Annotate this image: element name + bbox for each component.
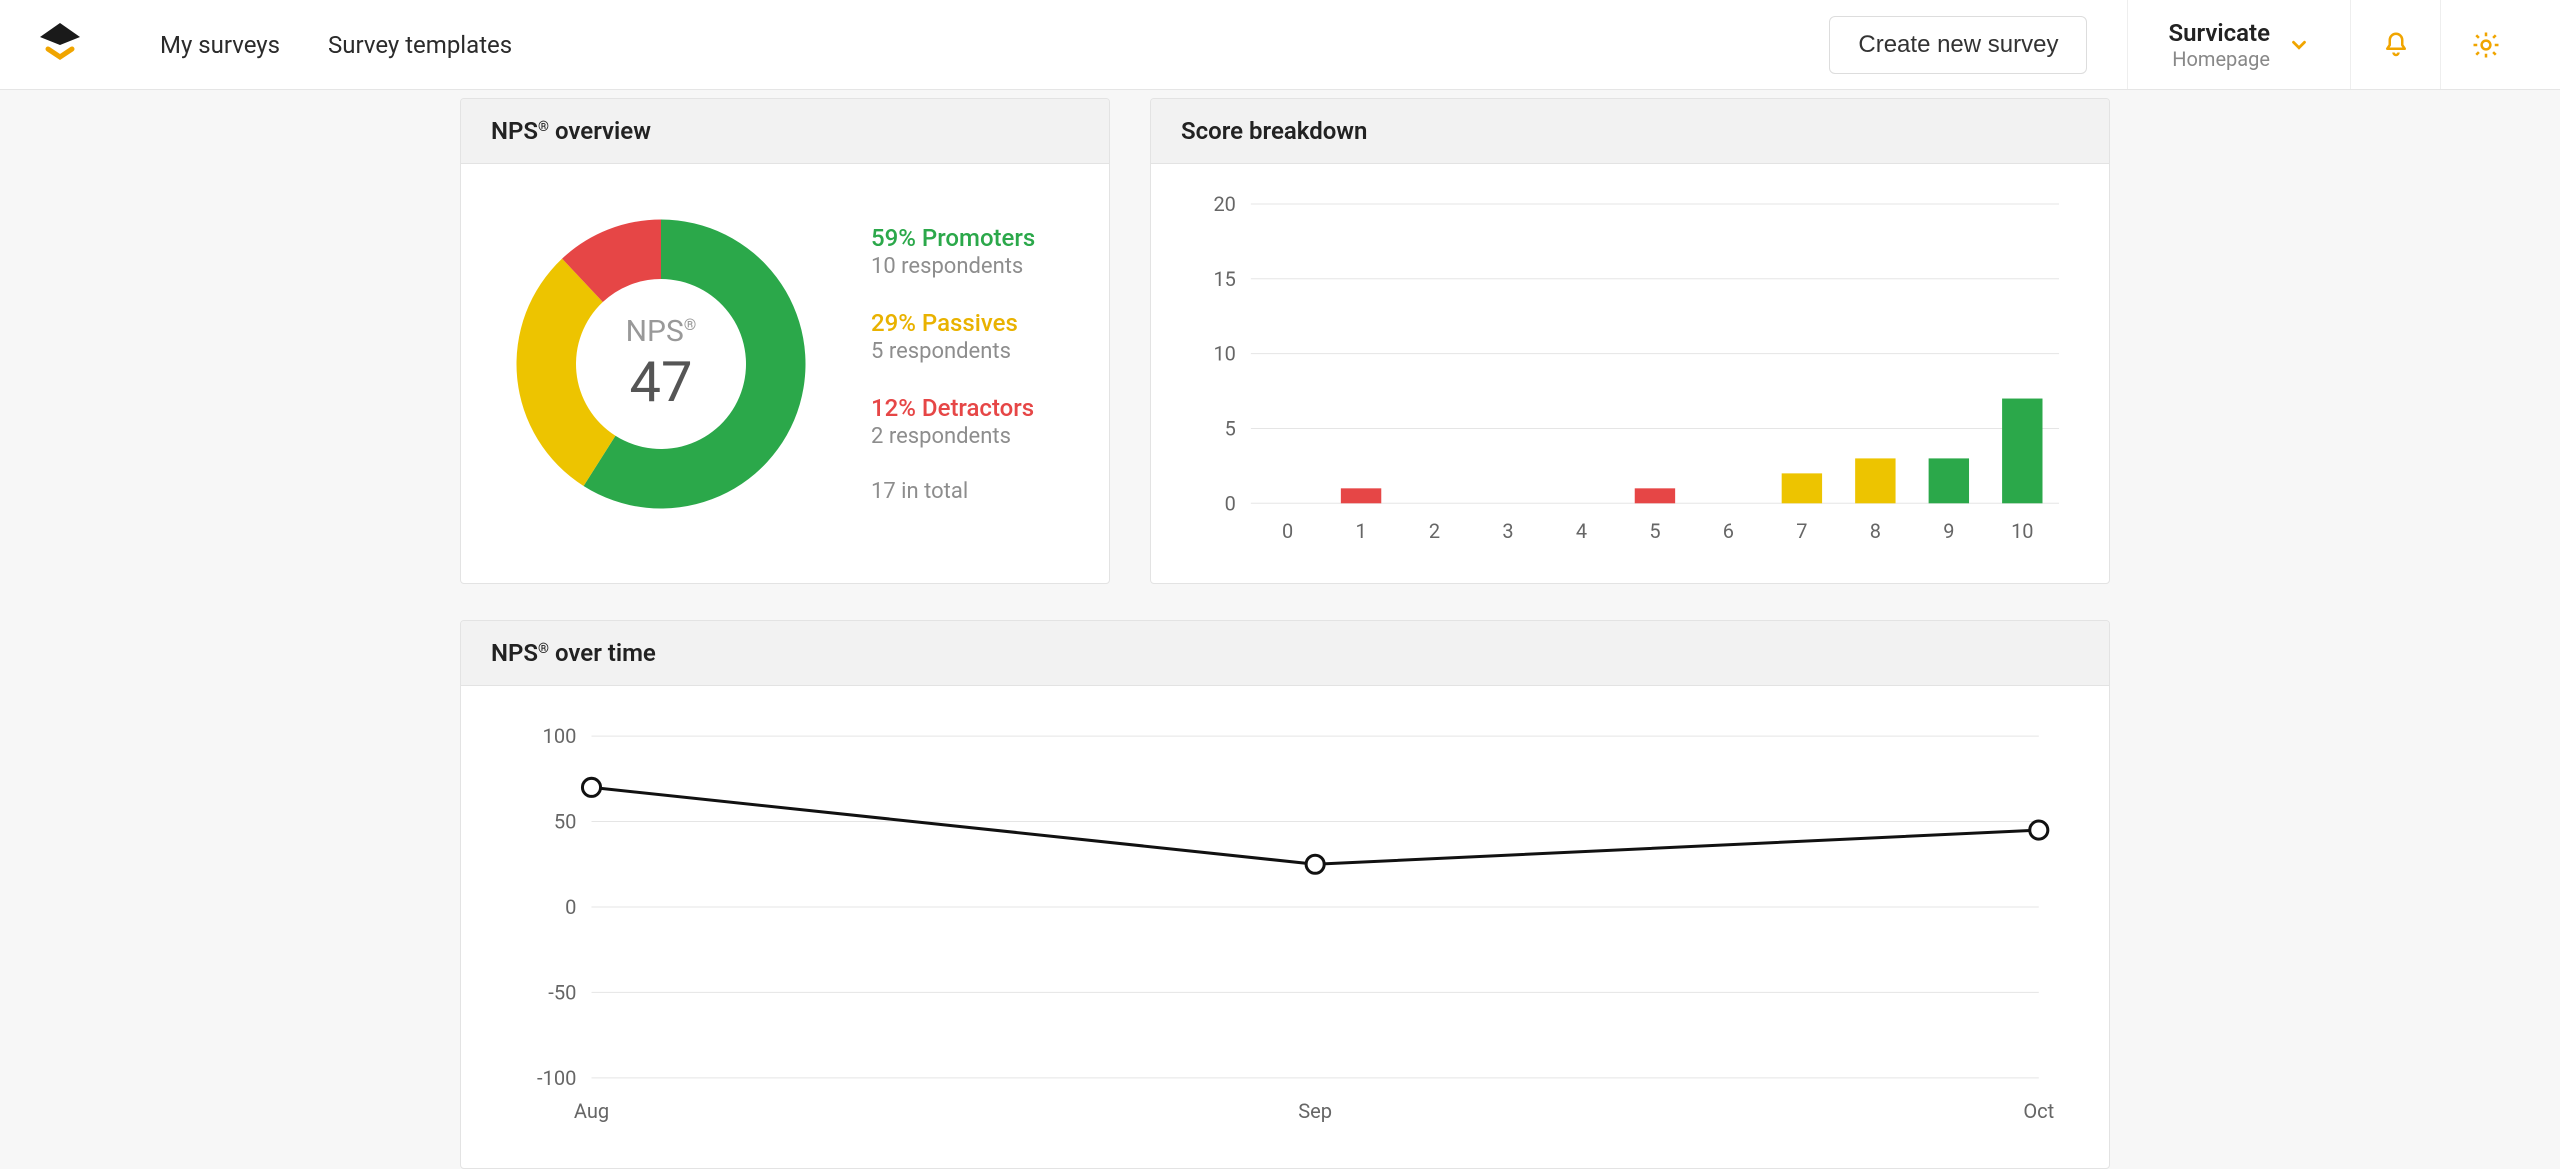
- card-score-breakdown: Score breakdown 0 5 10 15 20 0 1 2 3 4 5 6 7 8 9 10: [1150, 98, 2110, 584]
- gear-icon: [2471, 30, 2501, 60]
- legend-promoters: 59% Promoters 10 respondents: [871, 224, 1035, 279]
- logo: [30, 15, 90, 75]
- svg-text:8: 8: [1870, 519, 1881, 543]
- svg-text:15: 15: [1213, 267, 1235, 291]
- svg-text:9: 9: [1943, 519, 1954, 543]
- card-title-nps-overview: NPS® overview: [461, 99, 1109, 164]
- card-nps-overview: NPS® overview NPS® 47 59% Promoters 10 r…: [460, 98, 1110, 584]
- svg-text:Oct: Oct: [2023, 1099, 2054, 1123]
- project-sub: Homepage: [2168, 47, 2270, 71]
- svg-text:3: 3: [1502, 519, 1513, 543]
- svg-text:6: 6: [1723, 519, 1734, 543]
- nav: My surveys Survey templates: [160, 31, 512, 59]
- project-name: Survicate: [2168, 19, 2270, 47]
- card-nps-over-time: NPS® over time -100 -50 0 50 100 Aug Sep Oct: [460, 620, 2110, 1169]
- svg-text:100: 100: [543, 724, 577, 748]
- nav-my-surveys[interactable]: My surveys: [160, 31, 280, 59]
- nps-overtime-chart: -100 -50 0 50 100 Aug Sep Oct: [491, 716, 2079, 1138]
- project-switcher[interactable]: Survicate Homepage: [2127, 0, 2350, 89]
- nps-donut-chart: NPS® 47: [491, 194, 831, 534]
- bell-icon: [2381, 30, 2411, 60]
- donut-center-value: 47: [630, 349, 693, 415]
- score-breakdown-chart: 0 5 10 15 20 0 1 2 3 4 5 6 7 8 9 10: [1181, 194, 2079, 553]
- donut-center-label: NPS®: [626, 314, 697, 349]
- svg-text:0: 0: [1282, 519, 1293, 543]
- svg-text:50: 50: [554, 810, 577, 834]
- svg-text:1: 1: [1355, 519, 1366, 543]
- svg-text:Sep: Sep: [1298, 1099, 1332, 1123]
- topbar: My surveys Survey templates Create new s…: [0, 0, 2560, 90]
- svg-text:2: 2: [1429, 519, 1440, 543]
- nav-templates[interactable]: Survey templates: [328, 31, 512, 59]
- svg-text:10: 10: [2011, 519, 2033, 543]
- nps-legend: 59% Promoters 10 respondents 29% Passive…: [871, 224, 1035, 504]
- svg-text:7: 7: [1796, 519, 1807, 543]
- svg-text:Aug: Aug: [574, 1099, 609, 1123]
- legend-passives: 29% Passives 5 respondents: [871, 309, 1035, 364]
- create-survey-button[interactable]: Create new survey: [1829, 16, 2087, 74]
- card-title-breakdown: Score breakdown: [1151, 99, 2109, 164]
- svg-text:0: 0: [1225, 491, 1236, 515]
- legend-detractors: 12% Detractors 2 respondents: [871, 394, 1035, 449]
- notifications-button[interactable]: [2350, 0, 2440, 89]
- legend-total: 17 in total: [871, 479, 1035, 504]
- svg-text:-50: -50: [548, 981, 576, 1005]
- svg-text:-100: -100: [537, 1066, 576, 1090]
- svg-text:0: 0: [565, 895, 576, 919]
- settings-button[interactable]: [2440, 0, 2530, 89]
- svg-text:4: 4: [1576, 519, 1587, 543]
- svg-text:5: 5: [1225, 416, 1236, 440]
- survicate-logo-icon: [30, 15, 90, 75]
- svg-text:10: 10: [1213, 342, 1235, 366]
- svg-text:20: 20: [1213, 194, 1235, 216]
- card-title-overtime: NPS® over time: [461, 621, 2109, 686]
- svg-text:5: 5: [1649, 519, 1660, 543]
- chevron-down-icon: [2288, 34, 2310, 56]
- content: NPS® overview NPS® 47 59% Promoters 10 r…: [460, 90, 2110, 1169]
